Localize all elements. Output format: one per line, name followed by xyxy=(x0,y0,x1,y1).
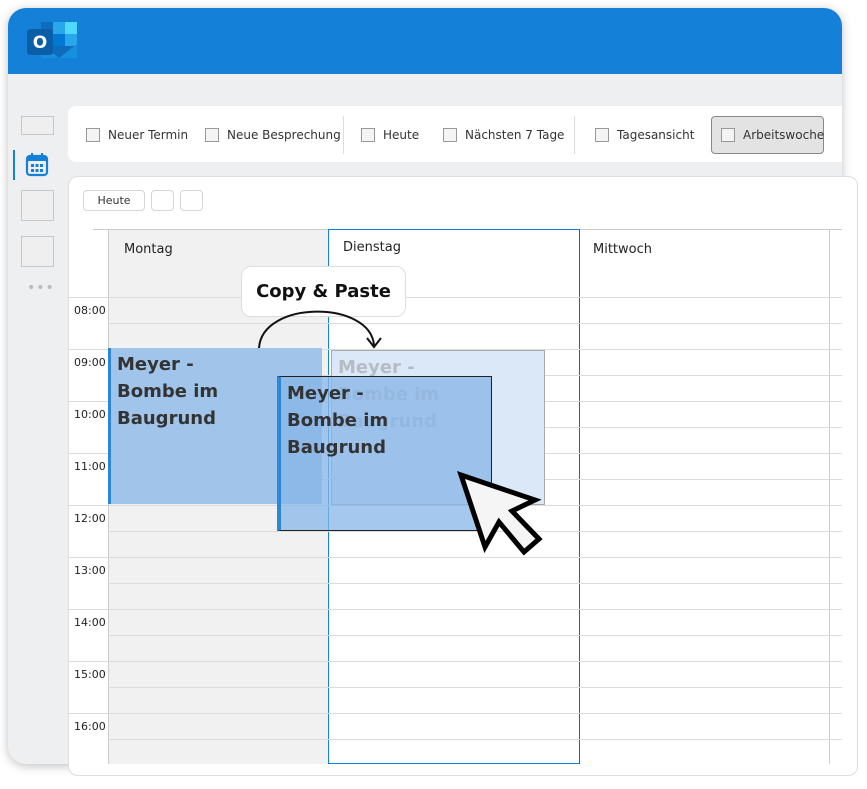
time-label: 08:00 xyxy=(74,304,106,317)
today-button[interactable]: Heute xyxy=(83,190,145,211)
event-title-line: Bombe im xyxy=(287,410,389,431)
checkbox-icon xyxy=(443,128,457,142)
previous-button[interactable] xyxy=(151,190,174,211)
hour-gridline xyxy=(108,739,842,740)
time-label: 13:00 xyxy=(74,564,106,577)
time-label: 14:00 xyxy=(74,616,106,629)
event-title-line: Meyer - xyxy=(117,354,194,375)
day-header: Dienstag xyxy=(343,240,401,255)
label: Arbeitswoche xyxy=(743,128,825,142)
checkbox-icon xyxy=(205,128,219,142)
divider xyxy=(574,116,575,154)
checkbox-icon xyxy=(721,128,735,142)
event-title-line: Meyer - xyxy=(287,383,364,404)
day-column-mittwoch[interactable]: Mittwoch xyxy=(580,230,830,764)
hour-gridline xyxy=(69,661,842,662)
next-button[interactable] xyxy=(180,190,203,211)
checkbox-icon xyxy=(595,128,609,142)
work-week-label: Arbeitswoche xyxy=(721,125,824,145)
checkbox-icon xyxy=(86,128,100,142)
time-label: 10:00 xyxy=(74,408,106,421)
day-header: Mittwoch xyxy=(593,242,652,257)
copy-paste-callout: Copy & Paste xyxy=(241,266,406,317)
event-title-line: Baugrund xyxy=(287,437,386,458)
time-label: 09:00 xyxy=(74,356,106,369)
outlook-logo-icon: O xyxy=(27,22,77,58)
sidebar-mail-button[interactable] xyxy=(21,116,54,135)
hour-gridline xyxy=(108,635,842,636)
hour-gridline xyxy=(69,557,842,558)
label: Neuer Termin xyxy=(108,128,189,142)
new-appointment-button[interactable]: Neuer Termin xyxy=(86,125,188,145)
divider xyxy=(343,116,344,154)
label: Neue Besprechung xyxy=(227,128,341,142)
ribbon-toolbar: Neuer Termin Neue Besprechung Heute Näch… xyxy=(68,106,842,162)
time-label: 11:00 xyxy=(74,460,106,473)
sidebar-tasks-button[interactable] xyxy=(21,236,54,267)
label: Heute xyxy=(383,128,420,142)
time-label: 16:00 xyxy=(74,720,106,733)
title-bar: O xyxy=(8,8,842,74)
hour-gridline xyxy=(108,583,842,584)
hour-gridline xyxy=(69,297,842,298)
svg-text:O: O xyxy=(33,33,47,53)
day-view-button[interactable]: Tagesansicht xyxy=(595,125,694,145)
next-7-days-button[interactable]: Nächsten 7 Tage xyxy=(443,125,564,145)
hour-gridline xyxy=(69,609,842,610)
hour-gridline xyxy=(69,713,842,714)
hour-gridline xyxy=(108,531,842,532)
time-label: 12:00 xyxy=(74,512,106,525)
active-indicator xyxy=(13,150,15,180)
checkbox-icon xyxy=(361,128,375,142)
today-view-button[interactable]: Heute xyxy=(361,125,419,145)
calendar-icon[interactable] xyxy=(25,152,49,177)
label: Nächsten 7 Tage xyxy=(465,128,565,142)
sidebar-contacts-button[interactable] xyxy=(21,190,54,221)
hour-gridline xyxy=(108,323,842,324)
day-header: Montag xyxy=(124,242,173,257)
time-label: 15:00 xyxy=(74,668,106,681)
more-icon[interactable]: ••• xyxy=(27,280,55,296)
event-dragged-copy[interactable]: Meyer - Bombe im Baugrund xyxy=(277,376,492,531)
label: Tagesansicht xyxy=(617,128,695,142)
hour-gridline xyxy=(108,687,842,688)
new-meeting-button[interactable]: Neue Besprechung xyxy=(205,125,341,145)
